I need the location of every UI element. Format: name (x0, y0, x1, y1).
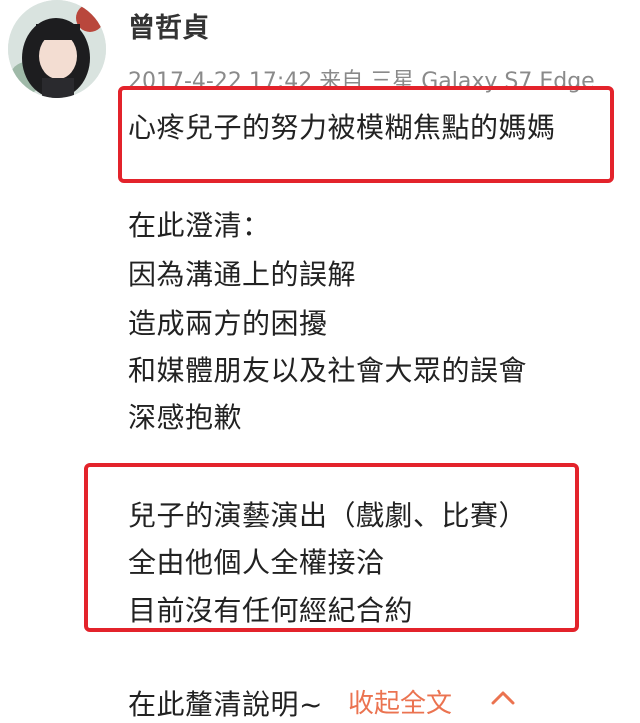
body-line: 在此澄清： (128, 209, 271, 242)
body-line: 造成兩方的困擾 (128, 307, 328, 340)
highlight-line: 全由他個人全權接洽 (128, 546, 385, 579)
chevron-up-icon[interactable] (488, 687, 518, 709)
avatar-image (8, 0, 106, 98)
closing-line: 在此釐清說明~ (128, 688, 323, 721)
highlight-line: 兒子的演藝演出（戲劇、比賽） (128, 499, 528, 532)
body-line: 深感抱歉 (128, 401, 243, 434)
body-line: 因為溝通上的誤解 (128, 258, 357, 291)
author-name[interactable]: 曾哲貞 (128, 6, 209, 45)
collapse-text-link[interactable]: 收起全文 (348, 683, 452, 720)
post-headline: 心疼兒子的努力被模糊焦點的媽媽 (128, 111, 556, 144)
body-line: 和媒體朋友以及社會大眾的誤會 (128, 354, 528, 387)
avatar[interactable] (8, 0, 106, 98)
highlight-line: 目前沒有任何經紀合約 (128, 594, 414, 627)
